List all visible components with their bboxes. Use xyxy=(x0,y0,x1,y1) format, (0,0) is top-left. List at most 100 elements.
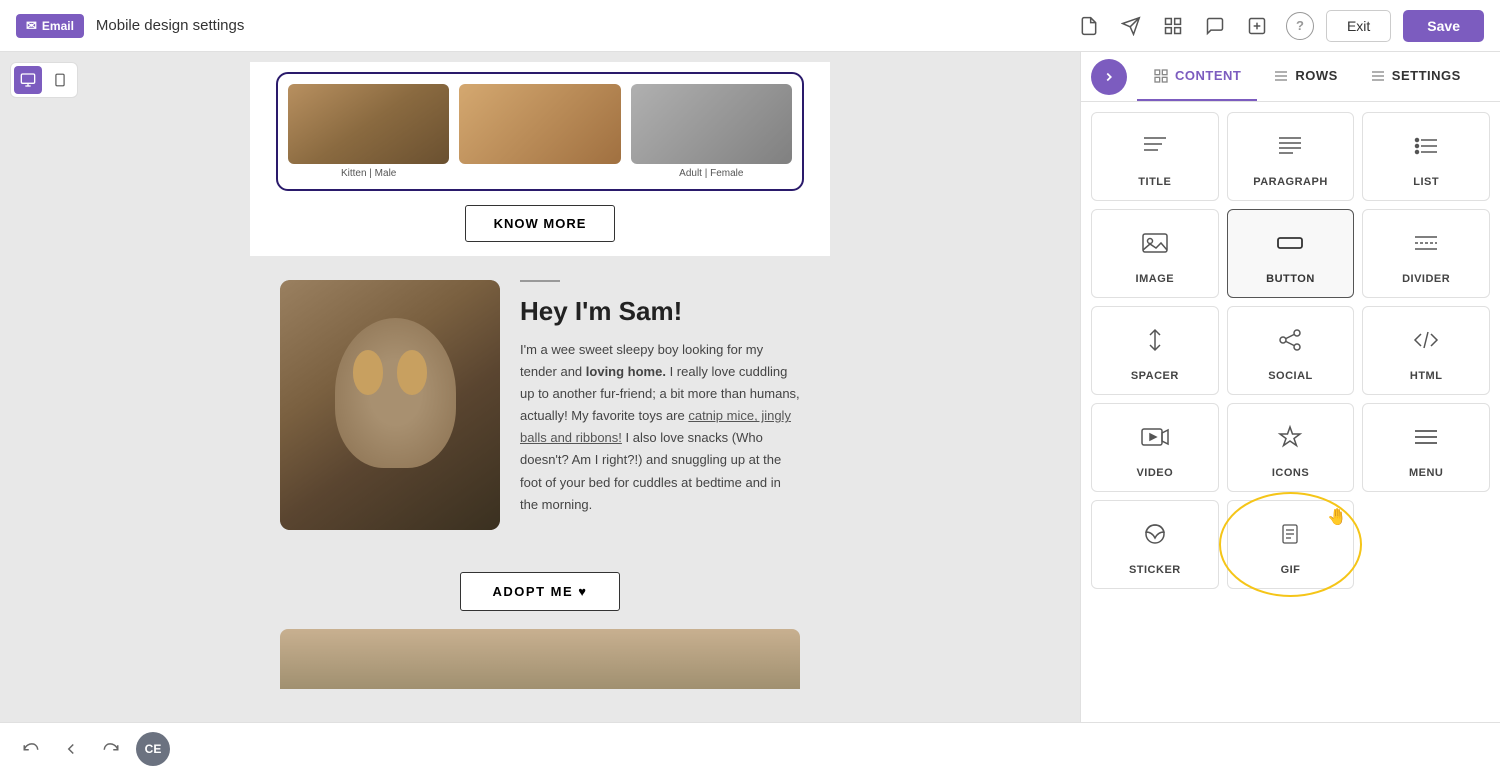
avatar: CE xyxy=(136,732,170,766)
tab-settings[interactable]: SETTINGS xyxy=(1354,52,1477,101)
tab-rows-label: ROWS xyxy=(1295,68,1337,83)
widget-video-label: VIDEO xyxy=(1136,467,1173,479)
widget-divider[interactable]: DIVIDER xyxy=(1362,209,1490,298)
document-icon[interactable] xyxy=(1072,9,1106,43)
widget-title-label: TITLE xyxy=(1138,176,1171,188)
widget-list[interactable]: LIST xyxy=(1362,112,1490,201)
right-panel: CONTENT ROWS SETTINGS TITLE xyxy=(1080,52,1500,722)
topbar: Email Mobile design settings ? Exit Save xyxy=(0,0,1500,52)
image-icon xyxy=(1140,228,1170,263)
video-icon xyxy=(1140,422,1170,457)
cat-item-3: Adult | Female xyxy=(631,84,792,179)
undo-step-button[interactable] xyxy=(56,734,86,764)
list-icon xyxy=(1411,131,1441,166)
widget-divider-label: DIVIDER xyxy=(1402,273,1450,285)
adopt-section: ADOPT ME ♥ xyxy=(250,554,830,629)
sticker-icon xyxy=(1140,519,1170,554)
icons-star-icon xyxy=(1275,422,1305,457)
widget-paragraph[interactable]: PARAGRAPH xyxy=(1227,112,1355,201)
cat-image-2 xyxy=(459,84,620,164)
divider-icon xyxy=(1411,228,1441,263)
topbar-right: ? Exit Save xyxy=(1286,10,1484,42)
help-button[interactable]: ? xyxy=(1286,12,1314,40)
sam-content: Hey I'm Sam! I'm a wee sweet sleepy boy … xyxy=(280,280,800,530)
widget-social[interactable]: SOCIAL xyxy=(1227,306,1355,395)
panel-content: TITLE PARAGRAPH LIST xyxy=(1081,102,1500,722)
button-icon xyxy=(1275,228,1305,263)
widget-image-label: IMAGE xyxy=(1136,273,1175,285)
tab-content-label: CONTENT xyxy=(1175,68,1241,83)
tab-settings-label: SETTINGS xyxy=(1392,68,1461,83)
panel-toggle-button[interactable] xyxy=(1091,59,1127,95)
widget-grid: TITLE PARAGRAPH LIST xyxy=(1091,112,1490,589)
adopt-me-button[interactable]: ADOPT ME ♥ xyxy=(460,572,621,611)
widget-gif-label: GIF xyxy=(1281,564,1301,576)
exit-button[interactable]: Exit xyxy=(1326,10,1391,42)
widget-html-label: HTML xyxy=(1410,370,1443,382)
widget-spacer[interactable]: SPACER xyxy=(1091,306,1219,395)
email-mockup: Kitten | Male Adult | Female KNOW MORE xyxy=(250,62,830,689)
widget-button-label: BUTTON xyxy=(1266,273,1315,285)
widget-icons[interactable]: ICONS xyxy=(1227,403,1355,492)
spacer-icon xyxy=(1140,325,1170,360)
sam-image xyxy=(280,280,500,530)
gif-icon xyxy=(1275,519,1305,554)
grid-icon[interactable] xyxy=(1156,9,1190,43)
desktop-device-btn[interactable] xyxy=(14,66,42,94)
widget-paragraph-label: PARAGRAPH xyxy=(1253,176,1328,188)
title-icon xyxy=(1140,131,1170,166)
widget-title[interactable]: TITLE xyxy=(1091,112,1219,201)
paragraph-icon xyxy=(1275,131,1305,166)
widget-spacer-label: SPACER xyxy=(1131,370,1179,382)
cat-label-3: Adult | Female xyxy=(631,168,792,179)
widget-sticker[interactable]: STICKER xyxy=(1091,500,1219,589)
cat-item-2 xyxy=(459,84,620,179)
widget-menu[interactable]: MENU xyxy=(1362,403,1490,492)
sam-desc-bold: loving home. xyxy=(586,364,666,379)
email-badge[interactable]: Email xyxy=(16,14,84,38)
widget-social-label: SOCIAL xyxy=(1268,370,1313,382)
sam-title: Hey I'm Sam! xyxy=(520,296,800,327)
add-block-icon[interactable] xyxy=(1240,9,1274,43)
know-more-button[interactable]: KNOW MORE xyxy=(465,205,616,242)
menu-icon xyxy=(1411,422,1441,457)
save-button[interactable]: Save xyxy=(1403,10,1484,42)
cat-image-3 xyxy=(631,84,792,164)
widget-image[interactable]: IMAGE xyxy=(1091,209,1219,298)
widget-menu-label: MENU xyxy=(1409,467,1443,479)
sam-section: Hey I'm Sam! I'm a wee sweet sleepy boy … xyxy=(250,256,830,554)
panel-tabs: CONTENT ROWS SETTINGS xyxy=(1081,52,1500,102)
topbar-title: Mobile design settings xyxy=(96,17,1060,34)
main-layout: Kitten | Male Adult | Female KNOW MORE xyxy=(0,52,1500,722)
social-icon xyxy=(1275,325,1305,360)
widget-icons-label: ICONS xyxy=(1272,467,1309,479)
cats-section: Kitten | Male Adult | Female xyxy=(276,72,804,191)
widget-video[interactable]: VIDEO xyxy=(1091,403,1219,492)
sam-divider xyxy=(520,280,560,282)
bottom-image xyxy=(280,629,800,689)
sam-text: Hey I'm Sam! I'm a wee sweet sleepy boy … xyxy=(520,280,800,516)
cat-image-1 xyxy=(288,84,449,164)
widget-list-label: LIST xyxy=(1413,176,1439,188)
device-toggle xyxy=(10,62,78,98)
bottom-section xyxy=(250,629,830,689)
bottombar: CE xyxy=(0,722,1500,774)
chat-icon[interactable] xyxy=(1198,9,1232,43)
widget-button[interactable]: BUTTON xyxy=(1227,209,1355,298)
html-icon xyxy=(1411,325,1441,360)
cat-label-1: Kitten | Male xyxy=(288,168,449,179)
widget-gif[interactable]: GIF 🤚 xyxy=(1227,500,1355,589)
widget-html[interactable]: HTML xyxy=(1362,306,1490,395)
send-icon[interactable] xyxy=(1114,9,1148,43)
undo-button[interactable] xyxy=(16,734,46,764)
know-more-section: KNOW MORE xyxy=(250,191,830,256)
canvas-area: Kitten | Male Adult | Female KNOW MORE xyxy=(0,52,1080,722)
mobile-device-btn[interactable] xyxy=(46,66,74,94)
cat-item-1: Kitten | Male xyxy=(288,84,449,179)
widget-sticker-label: STICKER xyxy=(1129,564,1181,576)
tab-rows[interactable]: ROWS xyxy=(1257,52,1353,101)
email-badge-label: Email xyxy=(42,19,74,33)
sam-description: I'm a wee sweet sleepy boy looking for m… xyxy=(520,339,800,516)
tab-content[interactable]: CONTENT xyxy=(1137,52,1257,101)
redo-button[interactable] xyxy=(96,734,126,764)
